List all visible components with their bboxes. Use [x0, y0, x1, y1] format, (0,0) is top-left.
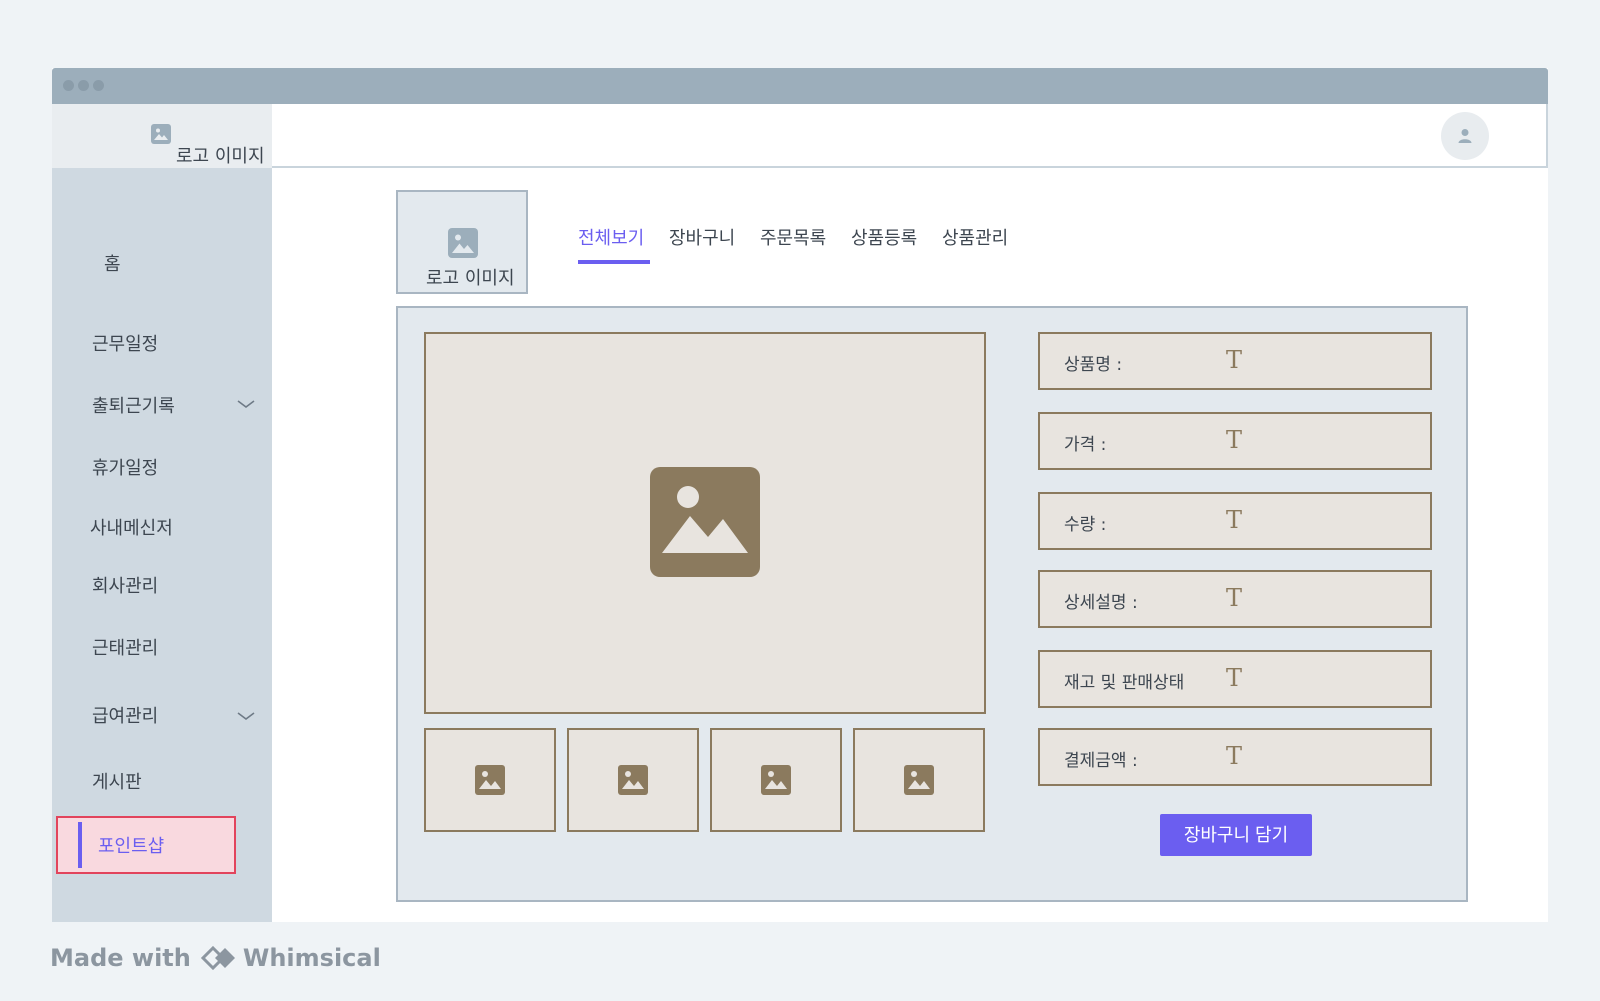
whimsical-logo-icon: [200, 946, 235, 970]
tab-product-manage[interactable]: 상품관리: [942, 224, 1008, 250]
window-dot-icon: [93, 80, 104, 91]
product-thumbnail[interactable]: [424, 728, 556, 832]
field-label: 수량 :: [1064, 515, 1107, 535]
field-label: 상품명 :: [1064, 355, 1123, 375]
image-icon: [618, 765, 648, 795]
content-logo[interactable]: 로고 이미지: [396, 190, 528, 294]
product-main-image[interactable]: [424, 332, 986, 714]
image-icon: [448, 228, 478, 258]
sidebar-item-payroll[interactable]: 급여관리: [92, 702, 158, 728]
window-titlebar: [52, 68, 1548, 104]
text-placeholder-icon: T: [1226, 742, 1243, 770]
stock-status-field[interactable]: 재고 및 판매상태 T: [1038, 650, 1432, 708]
field-label: 상세설명 :: [1064, 593, 1138, 613]
top-header: [272, 104, 1548, 168]
active-indicator: [78, 822, 82, 868]
text-placeholder-icon: T: [1226, 346, 1243, 374]
logo-text: 로고 이미지: [176, 146, 265, 167]
sidebar-item-messenger[interactable]: 사내메신저: [90, 514, 173, 540]
sidebar-item-attendance-management[interactable]: 근태관리: [92, 634, 158, 660]
price-field[interactable]: 가격 : T: [1038, 412, 1432, 470]
chevron-down-icon[interactable]: [236, 398, 256, 410]
field-label: 가격 :: [1064, 435, 1107, 455]
avatar[interactable]: [1441, 112, 1489, 160]
text-placeholder-icon: T: [1226, 584, 1243, 612]
active-tab-underline: [578, 260, 650, 264]
footer-brand: Whimsical: [242, 944, 381, 972]
app-window: 로고 이미지 홈 근무일정 출퇴근기록 휴가일정 사내메신저 회사관리 근태관리…: [52, 68, 1548, 922]
text-placeholder-icon: T: [1226, 664, 1243, 692]
sidebar-item-point-shop[interactable]: 포인트샵: [56, 816, 236, 874]
footer-text: Made with: [50, 944, 191, 972]
image-icon: [475, 765, 505, 795]
text-placeholder-icon: T: [1226, 506, 1243, 534]
chevron-down-icon[interactable]: [236, 710, 256, 722]
window-dot-icon: [63, 80, 74, 91]
image-icon: [761, 765, 791, 795]
sidebar-item-work-schedule[interactable]: 근무일정: [92, 330, 158, 356]
tab-product-register[interactable]: 상품등록: [851, 224, 917, 250]
payment-amount-field[interactable]: 결제금액 : T: [1038, 728, 1432, 786]
image-icon: [904, 765, 934, 795]
add-to-cart-button[interactable]: 장바구니 담기: [1160, 814, 1312, 856]
sidebar: 로고 이미지 홈 근무일정 출퇴근기록 휴가일정 사내메신저 회사관리 근태관리…: [52, 104, 272, 922]
description-field[interactable]: 상세설명 : T: [1038, 570, 1432, 628]
sidebar-item-company-management[interactable]: 회사관리: [92, 572, 158, 598]
product-name-field[interactable]: 상품명 : T: [1038, 332, 1432, 390]
made-with-footer[interactable]: Made with Whimsical: [50, 944, 381, 972]
tab-cart[interactable]: 장바구니: [669, 224, 735, 250]
product-thumbnail[interactable]: [853, 728, 985, 832]
field-label: 결제금액 :: [1064, 751, 1138, 771]
user-icon: [1458, 129, 1472, 143]
sidebar-item-board[interactable]: 게시판: [92, 768, 142, 794]
image-icon: [151, 124, 171, 144]
quantity-field[interactable]: 수량 : T: [1038, 492, 1432, 550]
sidebar-item-attendance-record[interactable]: 출퇴근기록: [92, 392, 175, 418]
sidebar-item-vacation-schedule[interactable]: 휴가일정: [92, 454, 158, 480]
sidebar-logo[interactable]: 로고 이미지: [52, 104, 272, 168]
field-label: 재고 및 판매상태: [1064, 673, 1185, 693]
sidebar-item-label: 포인트샵: [98, 836, 165, 857]
image-icon: [650, 467, 760, 577]
product-thumbnail[interactable]: [710, 728, 842, 832]
text-placeholder-icon: T: [1226, 426, 1243, 454]
tab-order-list[interactable]: 주문목록: [760, 224, 826, 250]
tab-view-all[interactable]: 전체보기: [578, 224, 644, 250]
product-thumbnail[interactable]: [567, 728, 699, 832]
sidebar-item-home[interactable]: 홈: [104, 250, 121, 276]
window-dot-icon: [78, 80, 89, 91]
logo-text: 로고 이미지: [426, 268, 515, 289]
product-detail-panel: 상품명 : T 가격 : T 수량 : T 상세설명 : T 재고 및 판매상태…: [396, 306, 1468, 902]
